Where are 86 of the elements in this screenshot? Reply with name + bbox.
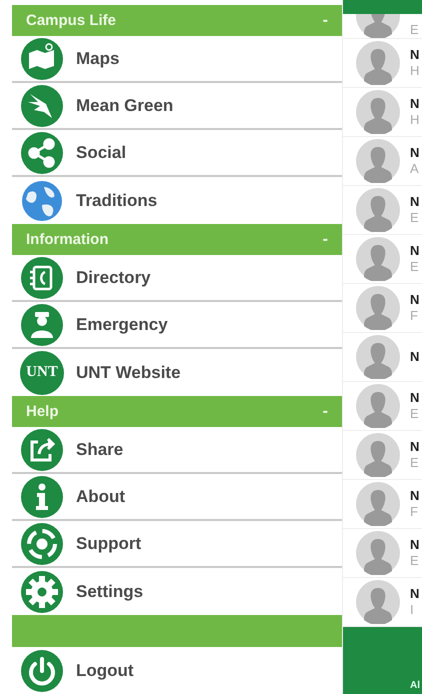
contact-detail: I <box>410 602 415 618</box>
menu-label: Directory <box>76 268 151 288</box>
avatar-icon <box>356 90 400 134</box>
menu-label: Mean Green <box>76 96 174 116</box>
menu-item[interactable]: Settings <box>12 568 342 615</box>
menu-label: Emergency <box>76 314 168 334</box>
menu-item[interactable]: Emergency <box>12 302 342 349</box>
contact-detail: F <box>410 504 419 520</box>
contact-row[interactable]: N A <box>343 137 422 186</box>
contact-name: N <box>410 292 420 308</box>
menu-item[interactable]: UNT UNT Website <box>12 349 342 396</box>
logo-badge: UNT <box>20 350 64 394</box>
contact-name: N <box>410 439 420 455</box>
menu-item[interactable]: Social <box>12 130 342 177</box>
contact-name: N <box>410 145 420 161</box>
avatar-icon <box>356 433 400 477</box>
contact-name: N <box>410 488 420 504</box>
contact-row[interactable]: N F <box>343 480 422 529</box>
avatar-icon <box>356 531 400 575</box>
menu-label: Social <box>76 142 126 162</box>
menu-label: About <box>76 486 126 506</box>
contact-detail: H <box>410 112 420 128</box>
contact-row[interactable]: N H <box>343 88 422 137</box>
person-icon <box>20 302 64 346</box>
contact-row[interactable]: N E <box>343 529 422 578</box>
action-button[interactable]: Al <box>343 627 422 694</box>
contact-name: N <box>410 537 420 553</box>
logout-item[interactable]: Logout <box>12 647 342 694</box>
contact-detail: H <box>410 63 420 79</box>
menu-label: Share <box>76 440 124 460</box>
section-title: Campus Life <box>26 12 116 29</box>
address-book-icon <box>20 256 64 300</box>
share-icon <box>20 130 64 174</box>
section-title: Help <box>26 403 59 420</box>
menu-item[interactable]: Share <box>12 427 342 474</box>
contact-detail: E <box>410 553 420 569</box>
menu-item[interactable]: About <box>12 474 342 521</box>
menu-item[interactable]: Maps <box>12 36 342 83</box>
contact-row[interactable]: N <box>343 333 422 382</box>
contact-detail: E <box>410 455 420 471</box>
menu-label: Support <box>76 534 142 554</box>
map-icon <box>20 36 64 80</box>
globe-icon <box>20 178 64 222</box>
contact-name: N <box>410 194 420 210</box>
avatar-icon <box>356 384 400 428</box>
contact-name: N <box>410 47 420 63</box>
menu-item[interactable]: Support <box>12 521 342 568</box>
menu-label: Settings <box>76 582 144 602</box>
contact-detail: E <box>410 22 419 38</box>
contact-name: N <box>410 243 420 259</box>
menu-item[interactable]: Traditions <box>12 177 342 224</box>
contact-detail: E <box>410 259 420 275</box>
contact-detail: E <box>410 406 420 422</box>
contact-detail: E <box>410 210 420 226</box>
avatar-icon <box>356 580 400 624</box>
avatar-icon <box>356 41 400 85</box>
contact-row[interactable]: N H <box>343 39 422 88</box>
section-title: Information <box>26 231 108 248</box>
contact-detail: A <box>410 161 420 177</box>
contact-row[interactable]: N I <box>343 578 422 627</box>
menu-label: Maps <box>76 48 120 68</box>
lifebuoy-icon <box>20 522 64 566</box>
contact-name: N <box>410 349 420 365</box>
avatar-icon <box>356 335 400 379</box>
avatar-icon <box>356 286 400 330</box>
contact-row[interactable]: N F <box>343 284 422 333</box>
bird-icon <box>20 84 64 128</box>
avatar-icon <box>356 188 400 232</box>
contact-name: N <box>410 390 420 406</box>
contact-row[interactable]: N E <box>343 431 422 480</box>
contact-name: N <box>410 96 420 112</box>
menu-label: Traditions <box>76 190 158 210</box>
info-icon <box>20 474 64 518</box>
contact-row[interactable]: N E <box>343 186 422 235</box>
settings-icon <box>20 570 64 614</box>
menu-label: UNT Website <box>76 362 181 382</box>
avatar-icon <box>356 139 400 183</box>
avatar-icon <box>356 237 400 281</box>
avatar-icon <box>356 482 400 526</box>
contact-detail: F <box>410 308 419 324</box>
contact-name: N <box>410 586 420 602</box>
menu-item[interactable]: Directory <box>12 255 342 302</box>
contact-row[interactable]: N E <box>343 382 422 431</box>
menu-label: Logout <box>76 660 134 680</box>
menu-item[interactable]: Mean Green <box>12 83 342 130</box>
contact-row[interactable]: N E <box>343 235 422 284</box>
